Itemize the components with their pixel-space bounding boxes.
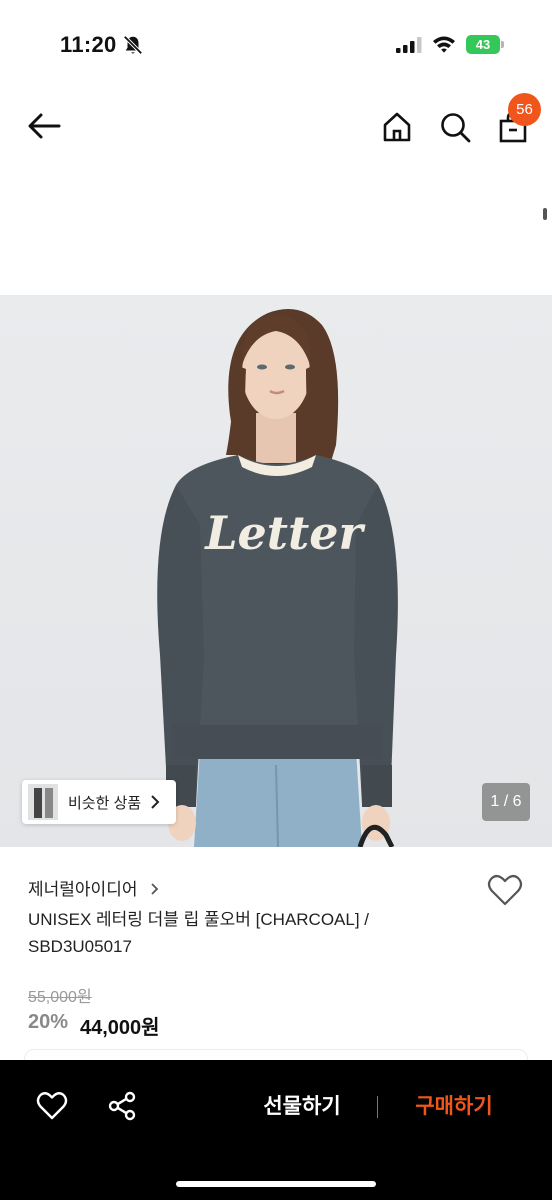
signal-icon (396, 37, 422, 53)
chevron-right-icon (151, 883, 159, 895)
product-photo: Letter (157, 309, 398, 847)
gift-button[interactable]: 선물하기 (250, 1090, 354, 1124)
image-page-counter: 1 / 6 (482, 783, 530, 821)
battery-icon: 43 (466, 35, 504, 54)
discount-rate: 20% (28, 1011, 69, 1033)
status-time: 11:20 (60, 32, 117, 57)
product-image-carousel[interactable]: Letter 1 / 6 (0, 295, 552, 847)
chevron-right-icon (151, 795, 160, 809)
similar-products-thumbnail (28, 784, 58, 820)
buy-button[interactable]: 구매하기 (402, 1090, 506, 1124)
search-icon[interactable] (438, 110, 472, 144)
sale-price: 44,000원 (80, 1017, 160, 1039)
brand-link[interactable]: 제너럴아이디어 (28, 875, 160, 900)
similar-products-button[interactable]: 비슷한 상품 (22, 780, 176, 824)
original-price: 55,000원 (28, 989, 92, 1006)
bell-off-icon (123, 35, 143, 55)
back-arrow-icon[interactable] (26, 110, 62, 142)
brand-name: 제너럴아이디어 (28, 880, 138, 899)
home-icon[interactable] (380, 110, 414, 144)
wishlist-heart-icon[interactable] (487, 873, 523, 907)
bottom-bar-divider (377, 1096, 378, 1118)
bottom-action-bar (0, 1060, 552, 1200)
product-title: UNISEX 레터링 더블 립 풀오버 [CHARCOAL] / SBD3U05… (28, 910, 370, 956)
scroll-indicator (543, 208, 547, 220)
status-bar: 11:20 43 (0, 0, 552, 90)
share-icon[interactable] (106, 1090, 138, 1122)
similar-products-label: 비슷한 상품 (68, 795, 142, 812)
wifi-icon (433, 36, 455, 53)
heart-icon[interactable] (36, 1090, 68, 1122)
battery-level: 43 (466, 35, 500, 54)
sweater-lettering: Letter (203, 506, 366, 560)
cart-count-badge: 56 (508, 93, 541, 126)
home-indicator (176, 1181, 376, 1187)
